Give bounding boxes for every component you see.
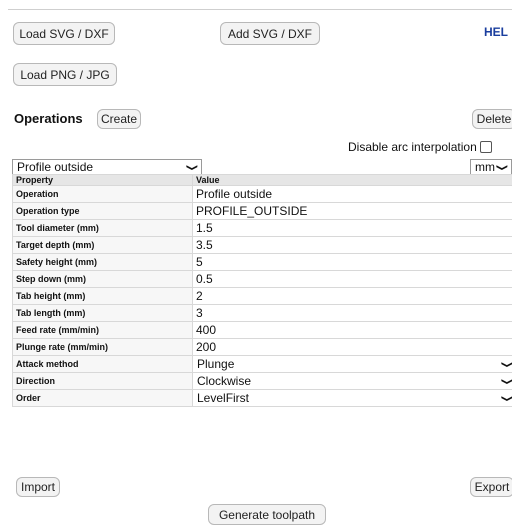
property-cell: Direction — [12, 372, 193, 390]
value-field[interactable]: 1.5 — [192, 219, 512, 237]
value-field[interactable]: 5 — [192, 253, 512, 271]
property-cell: Plunge rate (mm/min) — [12, 338, 193, 356]
value-field[interactable]: 200 — [192, 338, 512, 356]
table-row: Target depth (mm) 3.5 — [12, 236, 512, 254]
property-cell: Operation type — [12, 202, 193, 220]
property-cell: Tab length (mm) — [12, 304, 193, 322]
property-cell: Feed rate (mm/min) — [12, 321, 193, 339]
load-svg-dxf-button[interactable]: Load SVG / DXF — [13, 22, 115, 45]
property-cell: Tool diameter (mm) — [12, 219, 193, 237]
operation-properties-table: Property Value Operation Profile outside … — [12, 174, 512, 407]
chevron-down-icon: ❯ — [185, 163, 198, 171]
attack-method-value: Plunge — [197, 357, 235, 371]
disable-arc-label: Disable arc interpolation — [348, 140, 477, 154]
chevron-down-icon: ❯ — [495, 163, 508, 171]
disable-arc-checkbox[interactable] — [479, 141, 492, 153]
order-value: LevelFirst — [197, 391, 250, 405]
generate-toolpath-button[interactable]: Generate toolpath — [208, 504, 326, 525]
add-svg-dxf-button[interactable]: Add SVG / DXF — [220, 22, 320, 45]
value-field[interactable]: Profile outside — [192, 185, 512, 203]
table-row: Feed rate (mm/min) 400 — [12, 321, 512, 339]
value-column-header: Value — [192, 174, 512, 186]
table-row: Attack method Plunge ❯ — [12, 355, 512, 373]
property-cell: Target depth (mm) — [12, 236, 193, 254]
table-row: Tab length (mm) 3 — [12, 304, 512, 322]
create-operation-button[interactable]: Create — [97, 109, 141, 129]
top-divider — [8, 9, 512, 10]
units-select[interactable]: mm ❯ — [470, 159, 512, 175]
table-row: Direction Clockwise ❯ — [12, 372, 512, 390]
value-field[interactable]: PROFILE_OUTSIDE — [192, 202, 512, 220]
table-row: Plunge rate (mm/min) 200 — [12, 338, 512, 356]
property-cell: Tab height (mm) — [12, 287, 193, 305]
chevron-down-icon: ❯ — [500, 377, 512, 385]
table-row: Safety height (mm) 5 — [12, 253, 512, 271]
help-link[interactable]: HEL — [484, 25, 508, 39]
property-cell: Operation — [12, 185, 193, 203]
order-select[interactable]: LevelFirst ❯ — [192, 389, 512, 407]
operation-select[interactable]: Profile outside ❯ — [12, 159, 202, 175]
property-cell: Step down (mm) — [12, 270, 193, 288]
table-row: Order LevelFirst ❯ — [12, 389, 512, 407]
disable-arc-interpolation: Disable arc interpolation — [348, 140, 492, 154]
delete-operation-button[interactable]: Delete — [472, 109, 512, 129]
load-png-jpg-button[interactable]: Load PNG / JPG — [13, 63, 117, 86]
property-column-header: Property — [12, 174, 193, 186]
property-cell: Order — [12, 389, 193, 407]
operations-title: Operations — [14, 111, 83, 126]
table-header-row: Property Value — [12, 174, 512, 186]
direction-value: Clockwise — [197, 374, 252, 388]
chevron-down-icon: ❯ — [500, 360, 512, 368]
operation-select-value: Profile outside — [17, 160, 94, 174]
value-field[interactable]: 400 — [192, 321, 512, 339]
table-row: Operation type PROFILE_OUTSIDE — [12, 202, 512, 220]
units-select-value: mm — [475, 160, 495, 174]
attack-method-select[interactable]: Plunge ❯ — [192, 355, 512, 373]
table-row: Operation Profile outside — [12, 185, 512, 203]
table-row: Tab height (mm) 2 — [12, 287, 512, 305]
property-cell: Safety height (mm) — [12, 253, 193, 271]
import-button[interactable]: Import — [16, 477, 60, 497]
value-field[interactable]: 2 — [192, 287, 512, 305]
table-row: Tool diameter (mm) 1.5 — [12, 219, 512, 237]
value-field[interactable]: 0.5 — [192, 270, 512, 288]
direction-select[interactable]: Clockwise ❯ — [192, 372, 512, 390]
export-button[interactable]: Export — [470, 477, 512, 497]
chevron-down-icon: ❯ — [500, 394, 512, 402]
table-row: Step down (mm) 0.5 — [12, 270, 512, 288]
value-field[interactable]: 3 — [192, 304, 512, 322]
value-field[interactable]: 3.5 — [192, 236, 512, 254]
property-cell: Attack method — [12, 355, 193, 373]
